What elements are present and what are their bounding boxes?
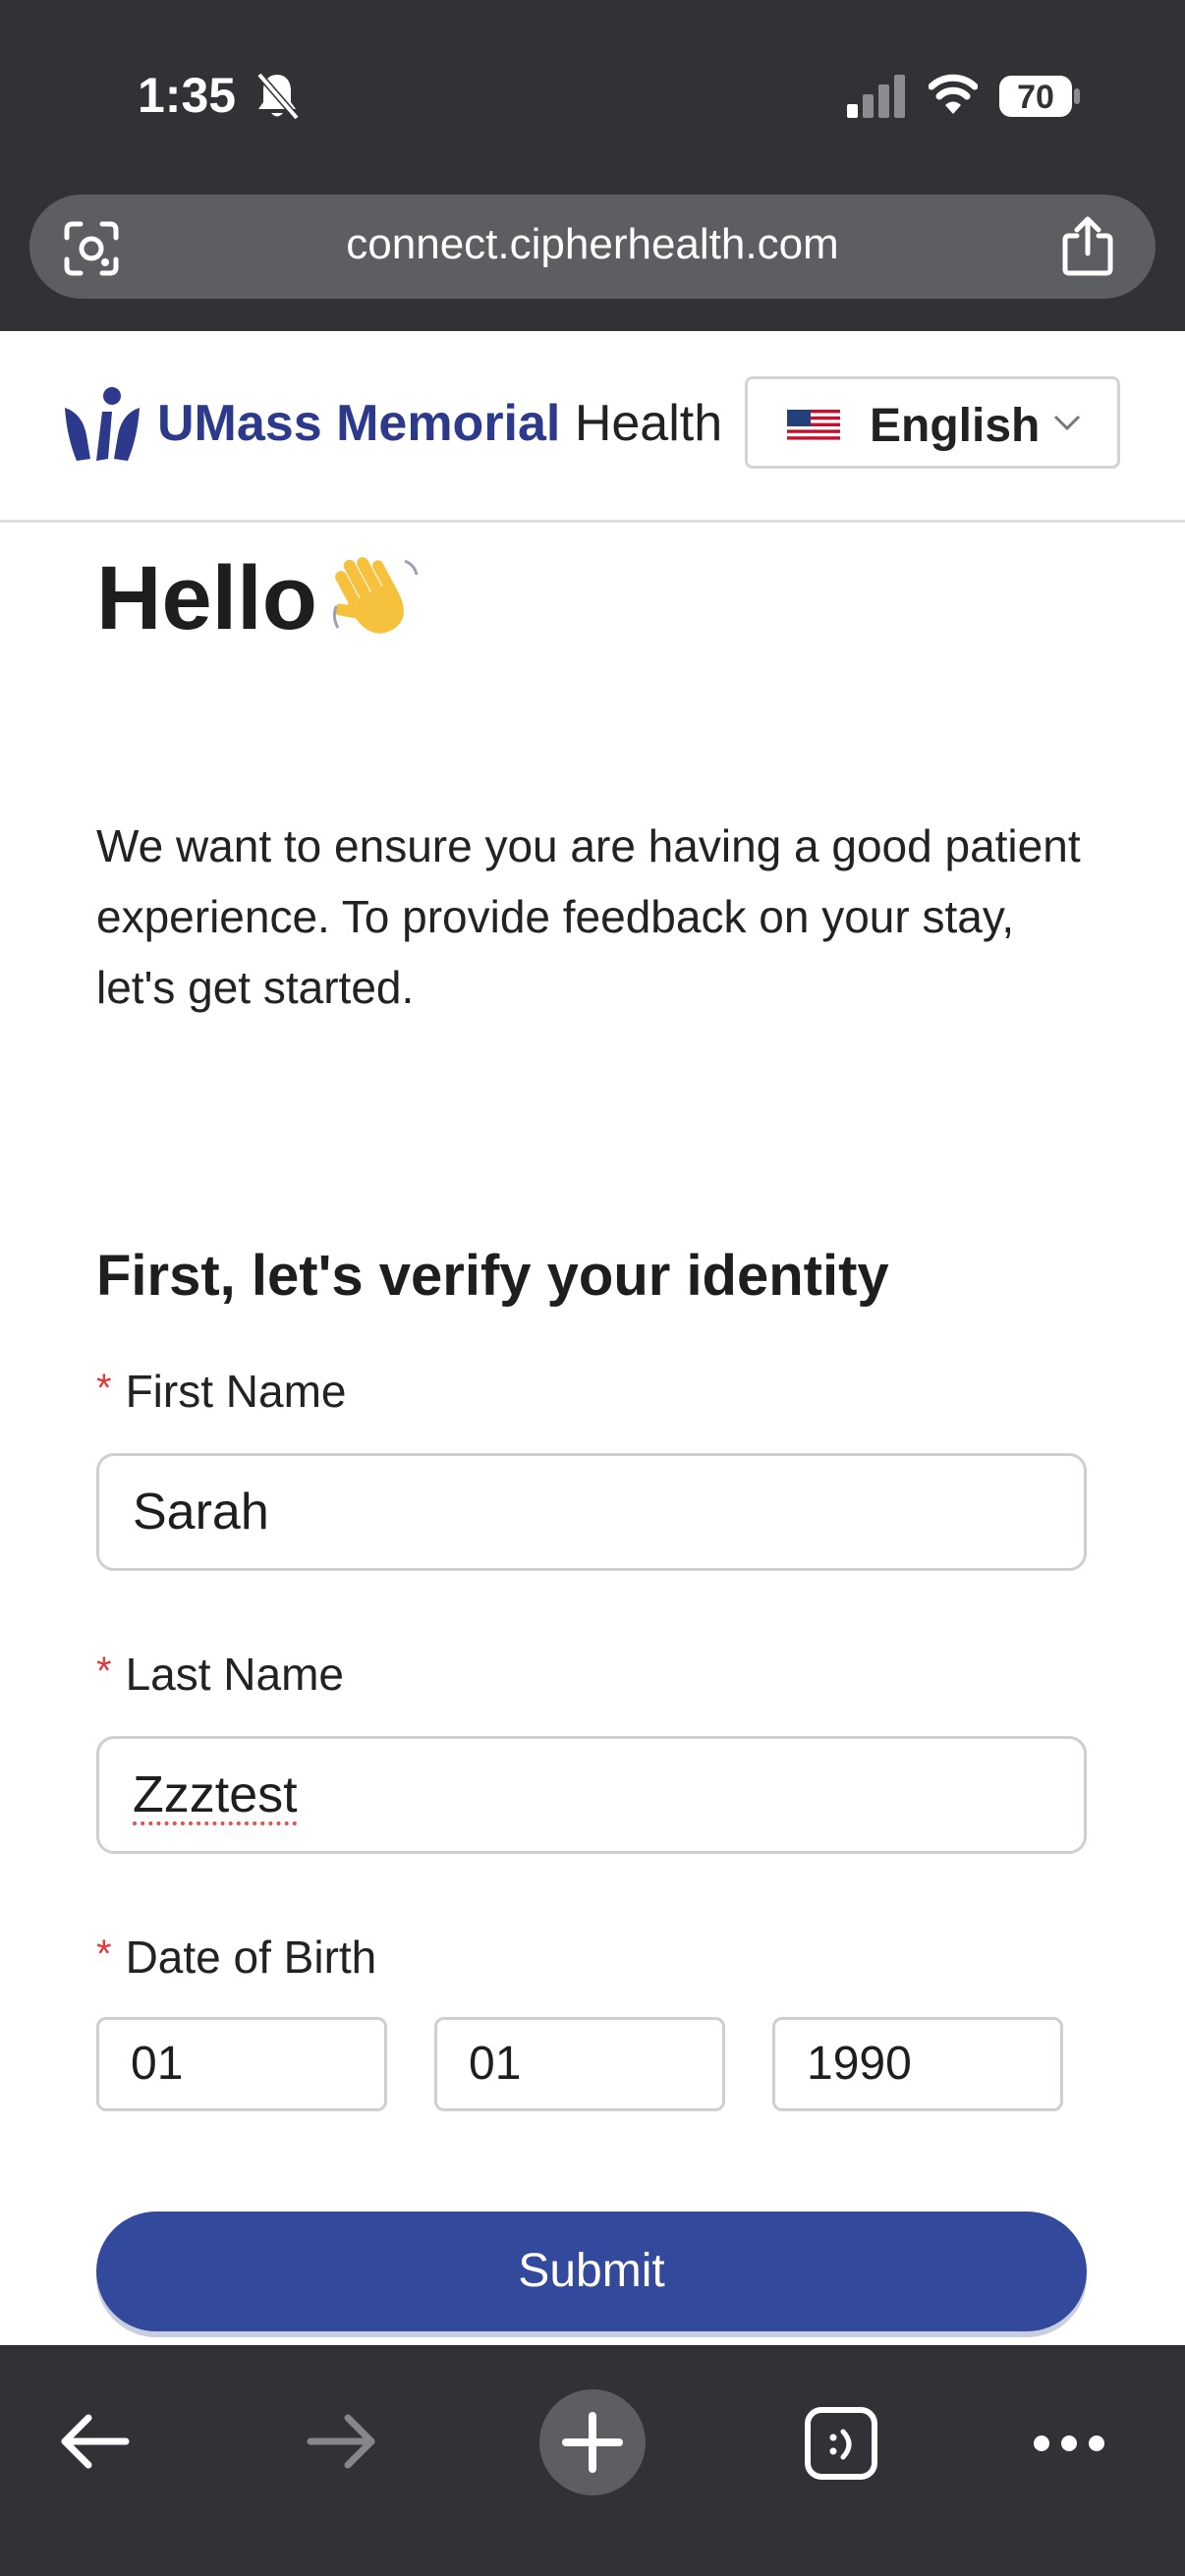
address-bar[interactable]: connect.cipherhealth.com (29, 195, 1156, 299)
signal-icon (847, 75, 905, 118)
required-marker: * (96, 1367, 112, 1410)
back-arrow-icon[interactable] (57, 2410, 130, 2473)
url-text[interactable]: connect.cipherhealth.com (29, 220, 1156, 269)
last-name-value: Zzztest (133, 1766, 298, 1823)
brand-name-bold: UMass Memorial (157, 395, 561, 452)
required-marker: * (96, 1650, 112, 1693)
language-select[interactable]: English (745, 376, 1120, 469)
submit-button[interactable]: Submit (96, 2212, 1087, 2331)
page-title: Hello (96, 548, 317, 648)
more-icon[interactable] (1032, 2432, 1106, 2455)
dob-label: * Date of Birth (96, 1931, 376, 1984)
status-bar: 1:35 70 (0, 0, 1185, 192)
wifi-icon (929, 74, 978, 114)
last-name-label: * Last Name (96, 1648, 344, 1701)
first-name-field[interactable]: Sarah (96, 1453, 1087, 1571)
last-name-label-text: Last Name (125, 1649, 345, 1700)
first-name-label-text: First Name (125, 1366, 347, 1417)
share-icon[interactable] (1057, 214, 1118, 277)
wave-icon (332, 557, 419, 634)
battery-level: 70 (1017, 79, 1054, 116)
language-label: English (870, 400, 1041, 452)
intro-text: We want to ensure you are having a good … (96, 820, 1081, 1013)
first-name-value: Sarah (133, 1484, 269, 1540)
web-page: UMass Memorial Health English Hello We w… (0, 331, 1185, 2345)
site-header: UMass Memorial Health English (0, 331, 1185, 523)
brand-name: UMass Memorial Health (157, 394, 722, 453)
dob-year-value: 1990 (807, 2038, 912, 2090)
chevron-down-icon (1053, 415, 1081, 431)
verify-heading: First, let's verify your identity (96, 1244, 889, 1308)
forward-arrow-icon[interactable] (307, 2410, 379, 2473)
brand-name-plain: Health (574, 395, 723, 452)
tabs-icon[interactable] (804, 2406, 878, 2481)
status-time: 1:35 (138, 68, 237, 123)
first-name-label: * First Name (96, 1365, 346, 1418)
dob-day-field[interactable]: 01 (434, 2017, 725, 2111)
bell-off-icon (256, 72, 300, 121)
battery-icon: 70 (998, 75, 1081, 118)
dob-year-field[interactable]: 1990 (772, 2017, 1063, 2111)
required-marker: * (96, 1932, 112, 1976)
dob-month-field[interactable]: 01 (96, 2017, 387, 2111)
last-name-field[interactable]: Zzztest (96, 1736, 1087, 1854)
dob-label-text: Date of Birth (125, 1932, 377, 1983)
dob-month-value: 01 (131, 2038, 184, 2090)
new-tab-icon[interactable] (538, 2388, 647, 2496)
dob-day-value: 01 (469, 2038, 522, 2090)
umass-logo-icon (65, 387, 140, 461)
flag-icon (787, 410, 840, 443)
browser-toolbar (0, 2345, 1185, 2576)
